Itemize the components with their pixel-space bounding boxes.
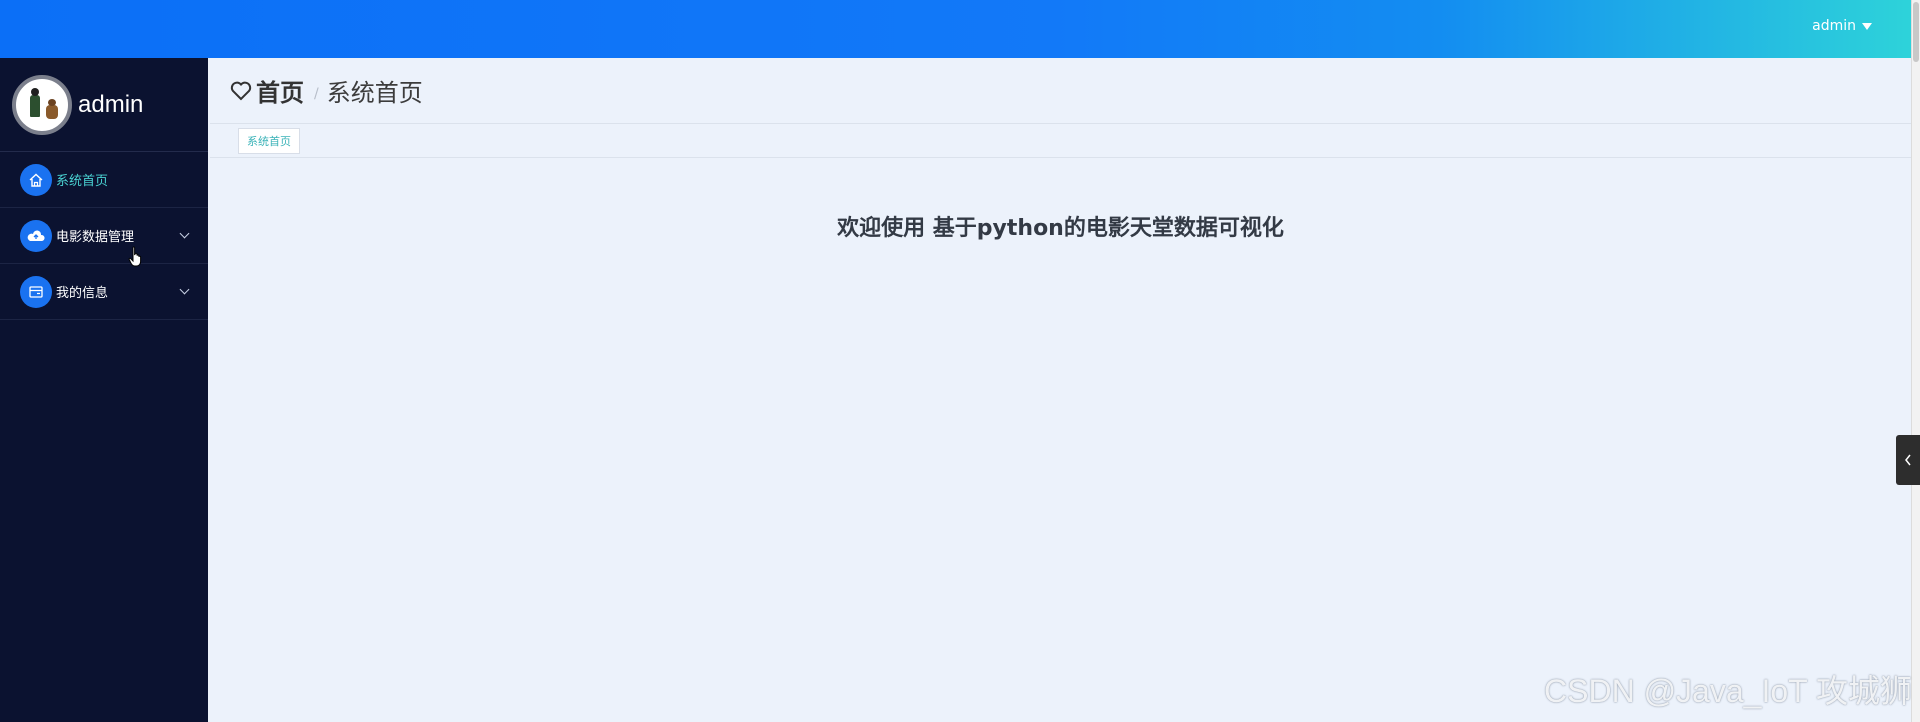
sidebar-item-label: 电影数据管理: [56, 230, 135, 245]
avatar: [12, 74, 72, 135]
home-icon: [20, 163, 52, 196]
caret-down-icon: [1862, 22, 1872, 30]
breadcrumb-current: 系统首页: [326, 79, 423, 107]
tab-system-home[interactable]: 系统首页: [238, 128, 300, 154]
sidebar-profile: admin: [0, 58, 208, 152]
sidebar-item-label: 我的信息: [56, 286, 109, 301]
chevron-down-icon: [179, 284, 190, 295]
welcome-heading: 欢迎使用 基于python的电影天堂数据可视化: [837, 216, 1284, 241]
sidebar-item-home[interactable]: 系统首页: [0, 152, 208, 208]
heart-icon: [230, 81, 252, 100]
page-scrollbar[interactable]: [1911, 0, 1920, 722]
sidebar-item-movie-data[interactable]: 电影数据管理: [0, 208, 208, 264]
sidebar-item-label: 系统首页: [56, 174, 109, 189]
tabs-bar: 系统首页: [210, 124, 1911, 158]
collapse-panel-button[interactable]: [1896, 435, 1920, 485]
watermark: CSDN @Java_IoT 攻城狮: [1544, 673, 1912, 709]
breadcrumb-separator: /: [314, 85, 319, 102]
user-dropdown[interactable]: admin: [1812, 18, 1872, 34]
card-icon: [20, 275, 52, 308]
breadcrumb-home-link[interactable]: 首页: [256, 73, 304, 108]
sidebar-item-my-info[interactable]: 我的信息: [0, 264, 208, 320]
pointer-cursor-icon: [128, 246, 142, 267]
user-dropdown-label: admin: [1812, 18, 1856, 34]
breadcrumb: 首页 / 系统首页: [210, 58, 1911, 124]
sidebar: admin 系统首页 电影数据管理 我的信息: [0, 58, 208, 722]
profile-name: admin: [78, 90, 144, 118]
scrollbar-thumb[interactable]: [1913, 2, 1919, 62]
chevron-down-icon: [179, 228, 190, 239]
cloud-upload-icon: [20, 219, 52, 252]
top-header-bar: admin: [0, 0, 1920, 58]
main-content: 首页 / 系统首页 系统首页 欢迎使用 基于python的电影天堂数据可视化: [210, 58, 1911, 722]
chevron-left-icon: [1905, 454, 1911, 466]
